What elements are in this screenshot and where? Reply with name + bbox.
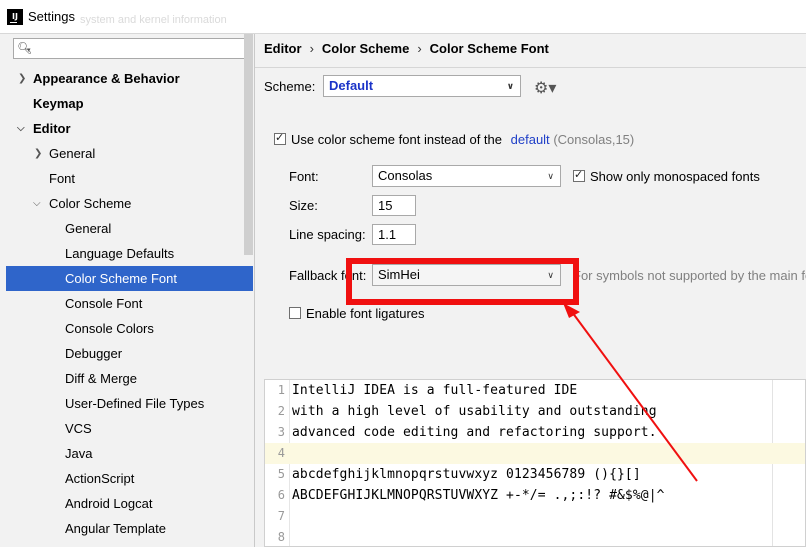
annotation-arrow [563, 303, 698, 482]
arrow-head [563, 303, 580, 318]
arrow-shaft [571, 311, 698, 482]
